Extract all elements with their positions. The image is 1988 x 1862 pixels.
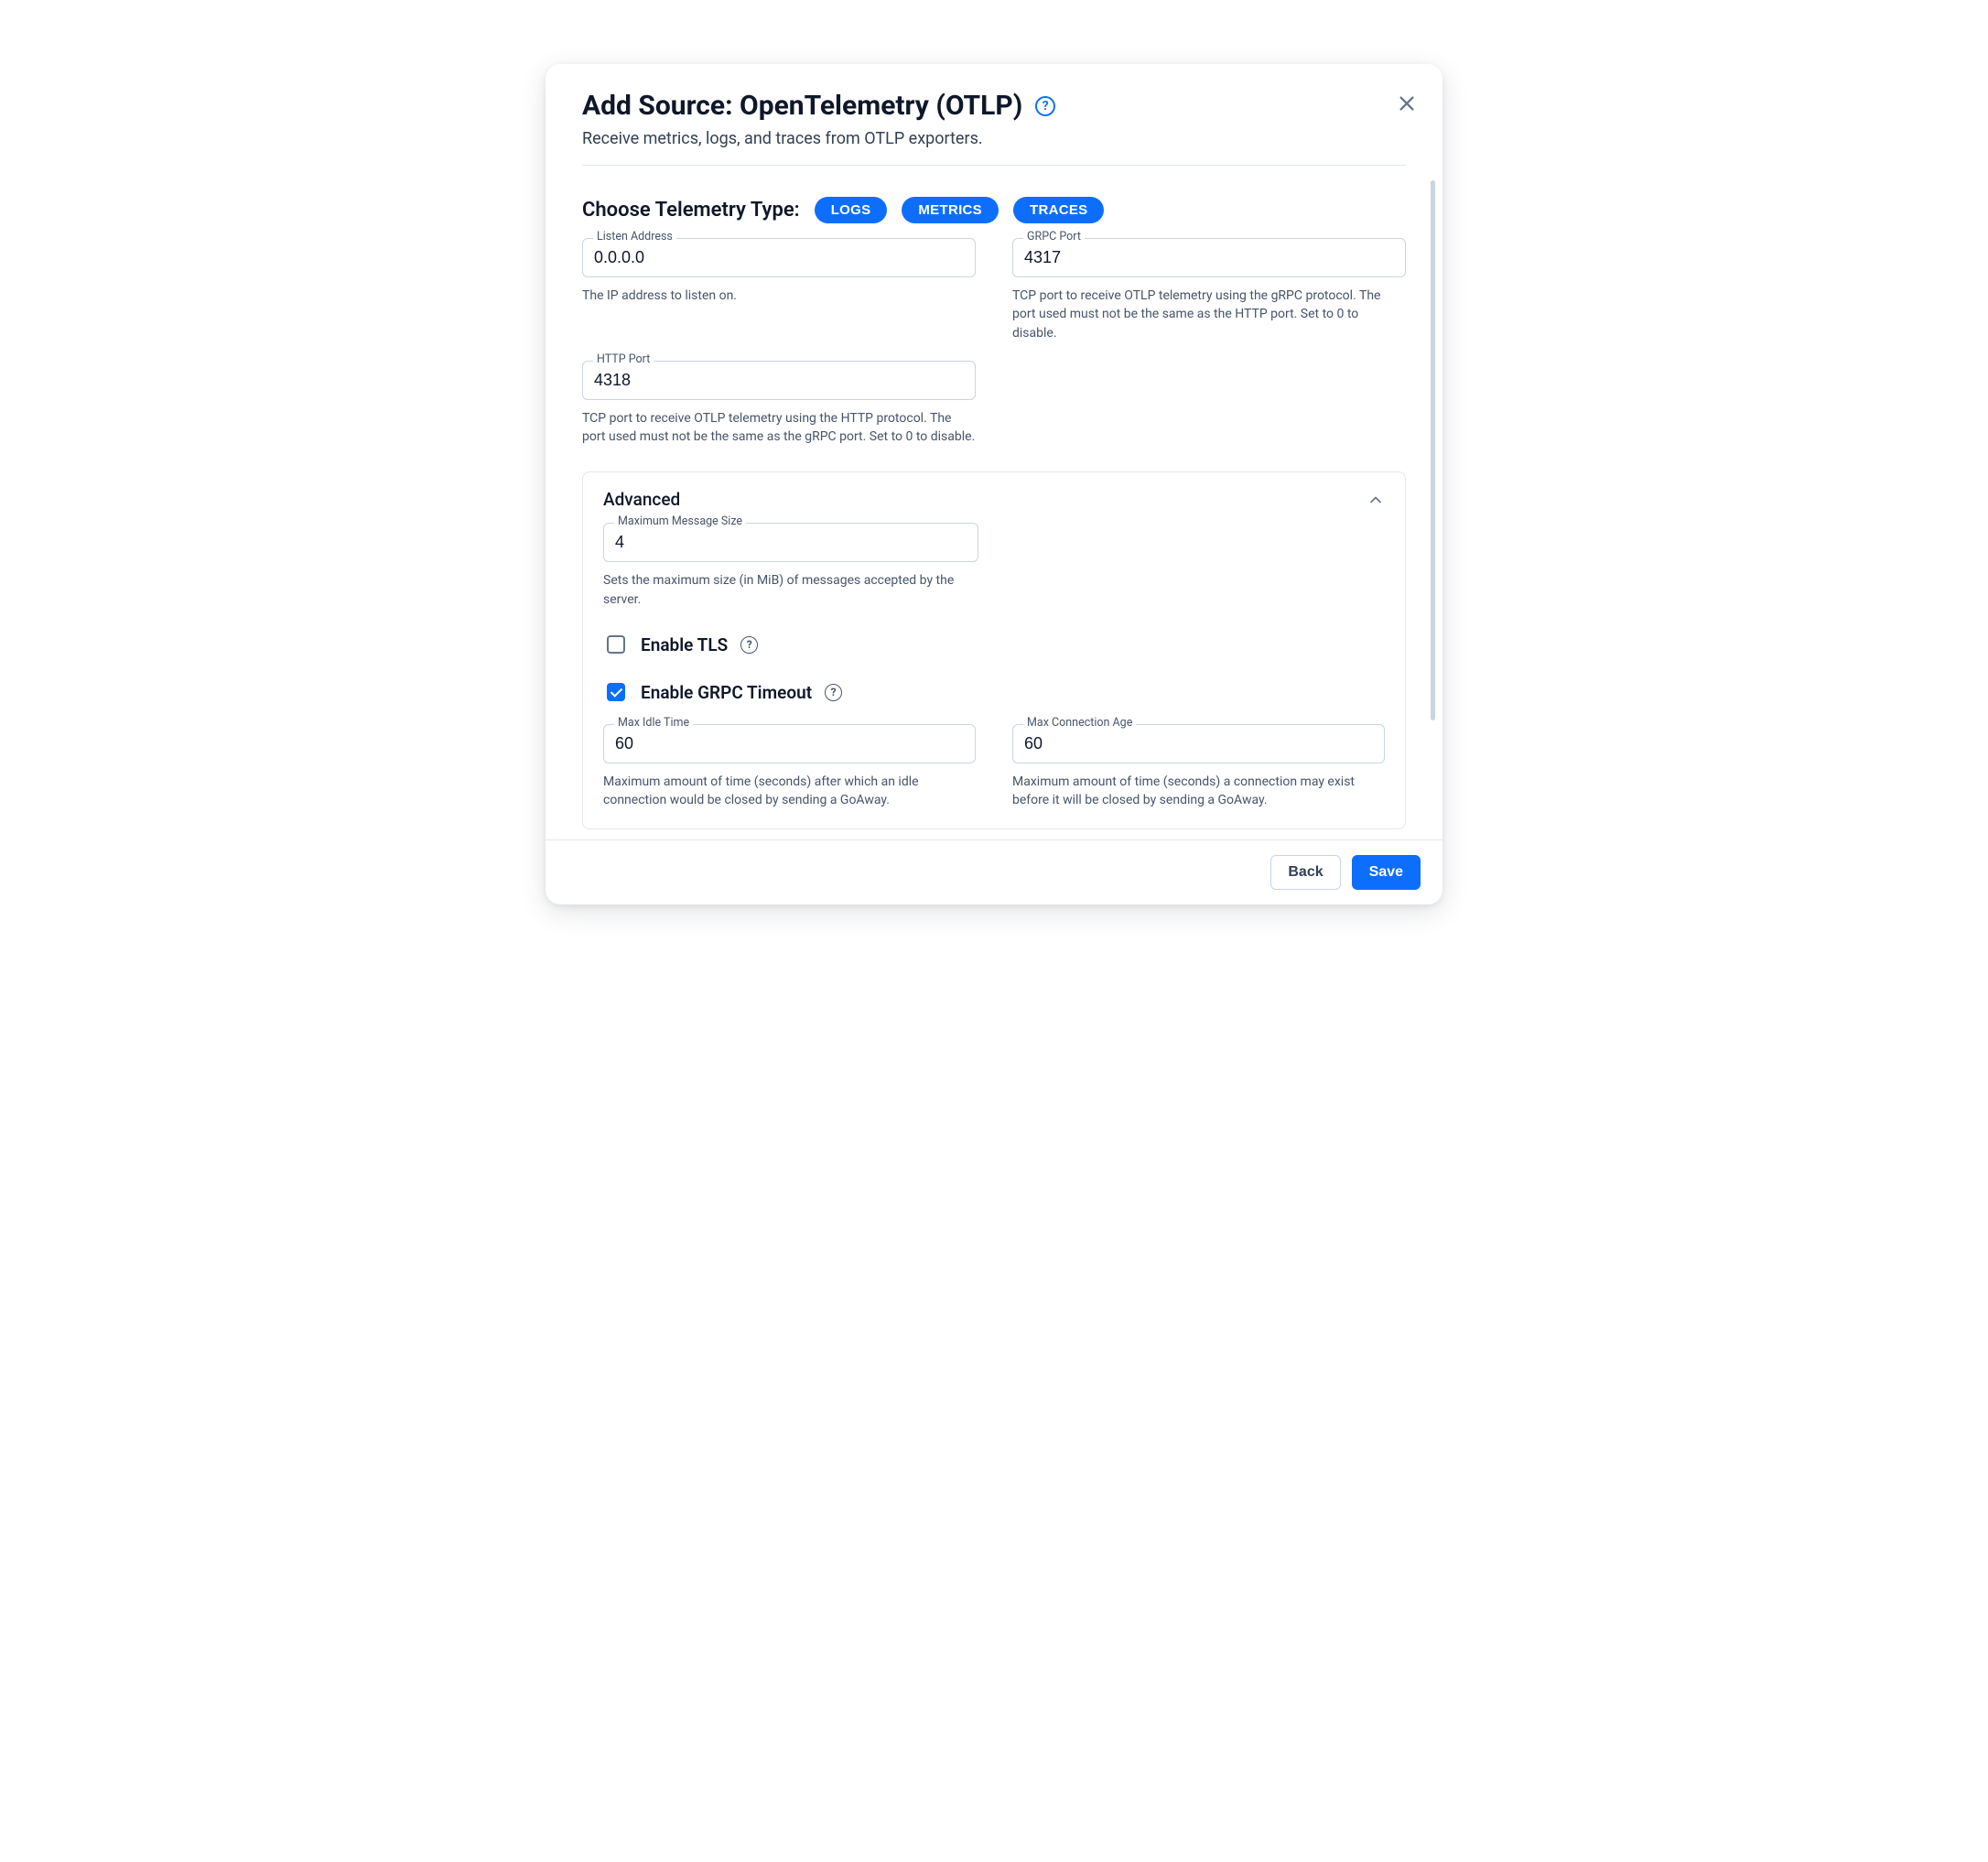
field-label: GRPC Port bbox=[1023, 230, 1085, 244]
help-text: Maximum amount of time (seconds) a conne… bbox=[1012, 773, 1385, 810]
dialog-footer: Back Save bbox=[546, 839, 1442, 904]
field-label: Maximum Message Size bbox=[614, 514, 746, 528]
advanced-header[interactable]: Advanced bbox=[603, 489, 1385, 510]
help-text: TCP port to receive OTLP telemetry using… bbox=[1012, 287, 1406, 342]
enable-grpc-timeout-checkbox[interactable] bbox=[607, 683, 625, 701]
dialog-body: Choose Telemetry Type: LOGS METRICS TRAC… bbox=[546, 180, 1442, 839]
enable-tls-row: Enable TLS ? bbox=[603, 633, 1385, 656]
max-msg-size-input[interactable] bbox=[603, 523, 978, 562]
field-http-port: HTTP Port TCP port to receive OTLP telem… bbox=[582, 361, 976, 447]
dialog-title: Add Source: OpenTelemetry (OTLP) bbox=[582, 90, 1022, 122]
field-listen-address: Listen Address The IP address to listen … bbox=[582, 238, 976, 342]
field-label: HTTP Port bbox=[593, 352, 654, 366]
max-conn-age-input[interactable] bbox=[1012, 724, 1385, 763]
chip-logs[interactable]: LOGS bbox=[815, 197, 888, 223]
timeout-grid: Max Idle Time Maximum amount of time (se… bbox=[603, 724, 1385, 810]
telemetry-type-row: Choose Telemetry Type: LOGS METRICS TRAC… bbox=[582, 197, 1406, 223]
field-label: Max Connection Age bbox=[1023, 716, 1136, 730]
http-port-input[interactable] bbox=[582, 361, 976, 400]
max-idle-time-input[interactable] bbox=[603, 724, 976, 763]
enable-tls-label: Enable TLS bbox=[641, 634, 728, 655]
help-icon[interactable]: ? bbox=[825, 684, 842, 701]
field-max-idle-time: Max Idle Time Maximum amount of time (se… bbox=[603, 724, 976, 810]
save-button[interactable]: Save bbox=[1352, 855, 1421, 890]
close-button[interactable] bbox=[1391, 90, 1421, 119]
header-divider bbox=[582, 165, 1406, 166]
chip-metrics[interactable]: METRICS bbox=[902, 197, 999, 223]
enable-grpc-timeout-row: Enable GRPC Timeout ? bbox=[603, 680, 1385, 704]
chip-traces[interactable]: TRACES bbox=[1013, 197, 1104, 223]
help-icon[interactable]: ? bbox=[1035, 96, 1055, 116]
field-max-msg-size: Maximum Message Size Sets the maximum si… bbox=[603, 523, 978, 609]
enable-grpc-timeout-label: Enable GRPC Timeout bbox=[641, 682, 812, 703]
grpc-port-input[interactable] bbox=[1012, 238, 1406, 277]
chevron-up-icon bbox=[1367, 491, 1385, 509]
scrollbar-thumb[interactable] bbox=[1431, 180, 1435, 720]
field-label: Listen Address bbox=[593, 230, 676, 244]
close-icon bbox=[1397, 93, 1417, 114]
help-text: TCP port to receive OTLP telemetry using… bbox=[582, 409, 976, 447]
dialog-header: Add Source: OpenTelemetry (OTLP) ? Recei… bbox=[546, 64, 1442, 180]
advanced-title: Advanced bbox=[603, 489, 680, 510]
help-text: Sets the maximum size (in MiB) of messag… bbox=[603, 571, 978, 609]
help-text: Maximum amount of time (seconds) after w… bbox=[603, 773, 976, 810]
dialog-subtitle: Receive metrics, logs, and traces from O… bbox=[582, 129, 1406, 148]
advanced-panel: Advanced Maximum Message Size Sets the m… bbox=[582, 471, 1406, 828]
field-grpc-port: GRPC Port TCP port to receive OTLP telem… bbox=[1012, 238, 1406, 342]
help-icon[interactable]: ? bbox=[740, 636, 758, 654]
field-max-conn-age: Max Connection Age Maximum amount of tim… bbox=[1012, 724, 1385, 810]
dialog-add-source: Add Source: OpenTelemetry (OTLP) ? Recei… bbox=[546, 64, 1442, 904]
field-label: Max Idle Time bbox=[614, 716, 693, 730]
telemetry-type-label: Choose Telemetry Type: bbox=[582, 199, 800, 222]
listen-address-input[interactable] bbox=[582, 238, 976, 277]
help-text: The IP address to listen on. bbox=[582, 287, 976, 305]
fields-grid: Listen Address The IP address to listen … bbox=[582, 238, 1406, 446]
back-button[interactable]: Back bbox=[1270, 855, 1340, 890]
enable-tls-checkbox[interactable] bbox=[607, 635, 625, 654]
